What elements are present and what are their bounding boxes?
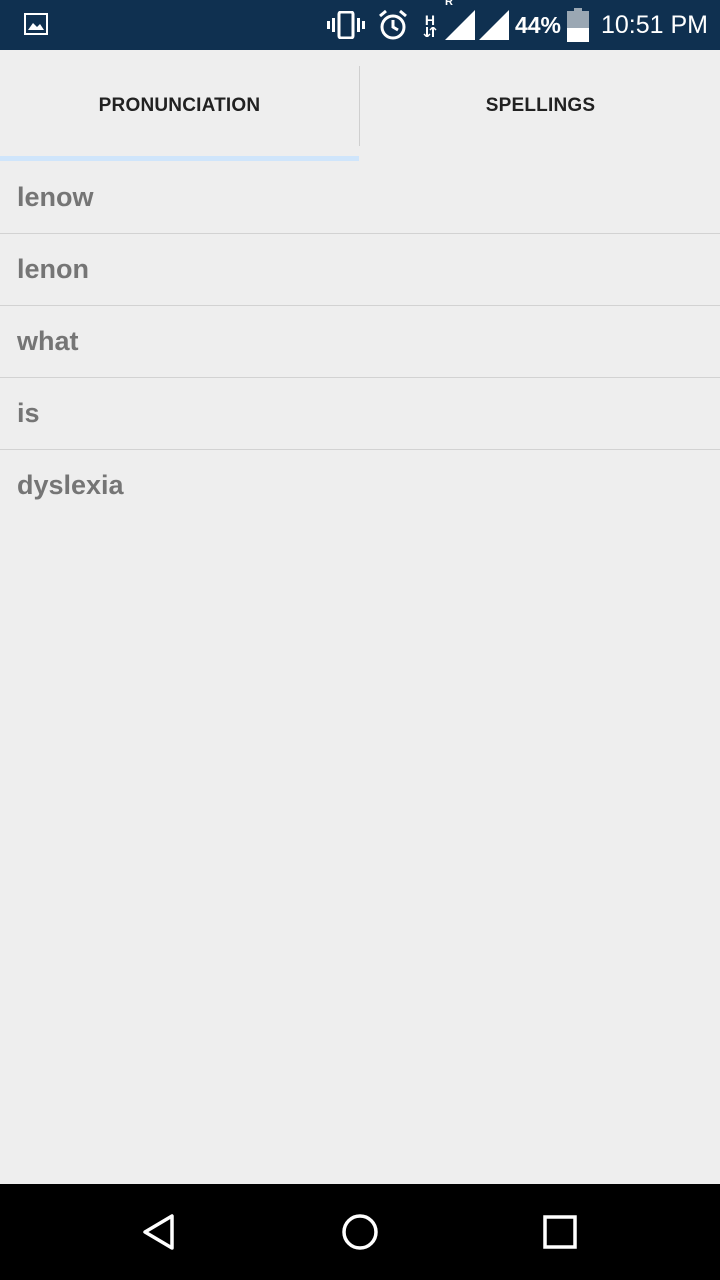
list-item[interactable]: is [0, 378, 720, 450]
tab-spellings[interactable]: SPELLINGS [361, 50, 720, 162]
home-button[interactable] [332, 1204, 388, 1260]
signal-icon [478, 10, 509, 40]
signal-roaming-icon: R [444, 0, 475, 40]
status-icons: H R 44% 10:51 PM [326, 0, 708, 50]
back-button[interactable] [132, 1204, 188, 1260]
clock: 10:51 PM [600, 10, 708, 39]
list-item[interactable]: lenow [0, 162, 720, 234]
navigation-bar [0, 1184, 720, 1280]
list-item[interactable]: lenon [0, 234, 720, 306]
list-item-label: what [17, 326, 79, 356]
status-bar: H R 44% 10:51 PM [0, 0, 720, 50]
battery-icon [566, 8, 589, 42]
list-item-label: dyslexia [17, 470, 124, 500]
vibrate-icon [326, 11, 365, 39]
alarm-icon [377, 9, 409, 41]
recents-icon [543, 1215, 577, 1249]
list-item-label: lenow [17, 182, 94, 212]
roaming-label: R [444, 0, 453, 8]
word-list: lenow lenon what is dyslexia [0, 162, 720, 521]
image-notification-icon [24, 12, 48, 36]
tab-divider [359, 66, 360, 146]
selected-tab-indicator [0, 156, 359, 161]
battery-fill [566, 28, 589, 42]
list-item[interactable]: dyslexia [0, 450, 720, 521]
back-icon [143, 1214, 174, 1250]
list-item-label: is [17, 398, 40, 428]
home-icon [342, 1214, 378, 1250]
list-item[interactable]: what [0, 306, 720, 378]
network-type-icon: H [423, 13, 437, 37]
tab-pronunciation[interactable]: PRONUNCIATION [0, 50, 359, 162]
tab-bar: PRONUNCIATION SPELLINGS [0, 50, 720, 162]
recents-button[interactable] [532, 1204, 588, 1260]
battery-percent: 44% [514, 11, 561, 38]
network-type-label: H [424, 12, 435, 28]
list-item-label: lenon [17, 254, 89, 284]
